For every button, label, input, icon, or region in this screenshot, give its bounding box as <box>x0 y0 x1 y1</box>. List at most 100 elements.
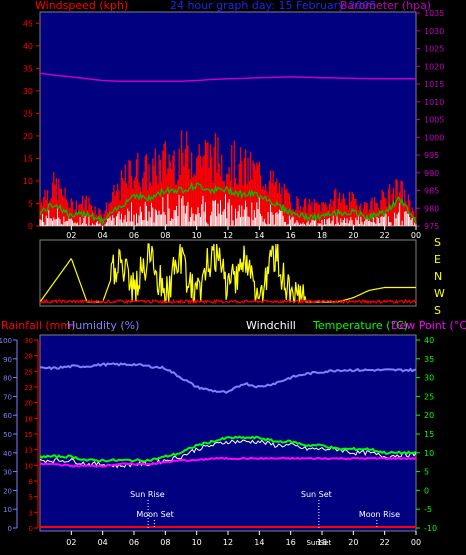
direction-label: E <box>434 253 441 266</box>
direction-panel <box>39 239 417 307</box>
rain-tick-label: 8 <box>29 478 33 486</box>
baro-tick-label: 975 <box>424 222 439 231</box>
rain-tick-label: 15 <box>24 431 33 439</box>
x-tick-label: 10 <box>192 231 202 240</box>
x-axis-top: 02 04 06 08 10 12 14 16 18 20 22 00 <box>66 226 421 240</box>
temp-tick-label: 25 <box>424 392 434 401</box>
humidity-tick-label: 80 <box>3 375 12 383</box>
x-tick-label: 04 <box>98 231 108 240</box>
x-tick-label: 08 <box>160 538 170 547</box>
x-tick-label: 04 <box>98 538 108 547</box>
dewpoint-axis-title: Dew Point (°C) <box>391 319 466 332</box>
wind-tick-label: 45 <box>23 19 33 28</box>
humidity-tick-label: 70 <box>3 393 12 401</box>
wind-tick-label: 30 <box>23 87 33 96</box>
baro-tick-label: 1030 <box>424 27 444 36</box>
temp-tick-label: 15 <box>424 430 434 439</box>
humidity-tick-label: 100 <box>0 337 12 345</box>
humidity-tick-label: 20 <box>3 487 12 495</box>
x-tick-label: 10 <box>192 538 202 547</box>
x-tick-label: 22 <box>380 231 390 240</box>
rain-tick-label: 13 <box>24 447 33 455</box>
rainfall-axis-title: Rainfall (mm) <box>1 319 75 332</box>
direction-label: W <box>434 287 445 300</box>
rain-tick-label: 0 <box>29 525 33 533</box>
humidity-tick-label: 90 <box>3 356 12 364</box>
barometer-axis-title: Barometer (hpa) <box>340 0 431 12</box>
sunrise-marker-label: Sun Rise <box>130 490 165 499</box>
x-tick-label: 12 <box>223 538 233 547</box>
x-axis-bottom: 02 04 06 08 10 12 14 16 18 20 22 00SunSet <box>66 531 421 547</box>
direction-labels: SENWS <box>434 236 445 317</box>
wind-tick-label: 35 <box>23 64 33 73</box>
baro-tick-label: 990 <box>424 169 439 178</box>
weather-graph: Windspeed (kph) 24 hour graph day: 15 Fe… <box>0 0 466 547</box>
wind-tick-label: 15 <box>23 154 33 163</box>
baro-tick-label: 1010 <box>424 98 444 107</box>
temp-tick-label: 0 <box>424 486 429 495</box>
humidity-axis: 0 10 20 30 40 50 60 70 80 90 100 <box>0 337 18 533</box>
temperature-axis: -10 -5 0 5 10 15 20 25 30 35 40 <box>416 336 437 533</box>
wind-tick-label: 10 <box>23 177 33 186</box>
humidity-tick-label: 10 <box>3 506 12 514</box>
moonset-marker-label: Moon Set <box>136 510 173 519</box>
x-tick-label: 08 <box>160 231 170 240</box>
humidity-tick-label: 60 <box>3 412 12 420</box>
rain-tick-label: 30 <box>24 337 33 345</box>
x-tick-label: 18 <box>317 231 327 240</box>
x-tick-label: 02 <box>66 538 76 547</box>
humidity-tick-label: 0 <box>8 525 12 533</box>
rain-tick-label: 20 <box>24 400 33 408</box>
direction-label: S <box>434 304 441 317</box>
temp-tick-label: 35 <box>424 355 434 364</box>
rainfall-axis: 0 3 5 8 10 13 15 18 20 23 25 28 30 <box>24 337 39 533</box>
temp-tick-label: -5 <box>424 505 432 514</box>
rain-tick-label: 5 <box>29 494 33 502</box>
temp-tick-label: 10 <box>424 449 434 458</box>
temp-tick-label: 30 <box>424 374 434 383</box>
x-tick-label: 02 <box>66 231 76 240</box>
temp-tick-label: 40 <box>424 336 434 345</box>
x-tick-label: 16 <box>286 231 296 240</box>
x-tick-label: 06 <box>129 538 139 547</box>
direction-label: S <box>434 236 441 249</box>
rain-tick-label: 10 <box>24 462 33 470</box>
direction-label: N <box>434 270 442 283</box>
wind-tick-label: 20 <box>23 132 33 141</box>
windchill-legend: Windchill <box>246 319 296 332</box>
rain-tick-label: 23 <box>24 384 33 392</box>
barometer-axis: 975 980 985 990 995 1000 1005 1010 1015 1020 1025 1… <box>416 9 444 231</box>
temp-tick-label: 5 <box>424 468 429 477</box>
x-tick-label: 22 <box>380 538 390 547</box>
sunset-axis-tag: SunSet <box>306 539 331 547</box>
x-tick-label: 12 <box>223 231 233 240</box>
moonrise-marker-label: Moon Rise <box>359 510 400 519</box>
windspeed-axis-title: Windspeed (kph) <box>35 0 128 12</box>
rain-tick-label: 3 <box>29 509 33 517</box>
sunset-marker-label: Sun Set <box>301 490 332 499</box>
x-tick-label: 14 <box>254 538 264 547</box>
wind-tick-label: 0 <box>28 222 33 231</box>
rain-tick-label: 25 <box>24 368 33 376</box>
baro-tick-label: 1020 <box>424 62 444 71</box>
baro-tick-label: 1005 <box>424 116 444 125</box>
baro-tick-label: 985 <box>424 187 439 196</box>
x-tick-label: 06 <box>129 231 139 240</box>
baro-tick-label: 1035 <box>424 9 444 18</box>
humidity-tick-label: 40 <box>3 450 12 458</box>
humidity-tick-label: 30 <box>3 469 12 477</box>
temp-tick-label: -10 <box>424 524 437 533</box>
temp-tick-label: 20 <box>424 411 434 420</box>
x-tick-label: 00 <box>411 538 421 547</box>
x-tick-label: 00 <box>411 231 421 240</box>
x-tick-label: 16 <box>286 538 296 547</box>
wind-tick-label: 5 <box>28 199 33 208</box>
rain-tick-label: 28 <box>24 353 33 361</box>
humidity-axis-title: Humidity (%) <box>67 319 139 332</box>
humidity-tick-label: 50 <box>3 431 12 439</box>
wind-tick-label: 25 <box>23 109 33 118</box>
x-tick-label: 14 <box>254 231 264 240</box>
baro-tick-label: 1015 <box>424 80 444 89</box>
x-tick-label: 20 <box>348 231 358 240</box>
baro-tick-label: 1025 <box>424 45 444 54</box>
